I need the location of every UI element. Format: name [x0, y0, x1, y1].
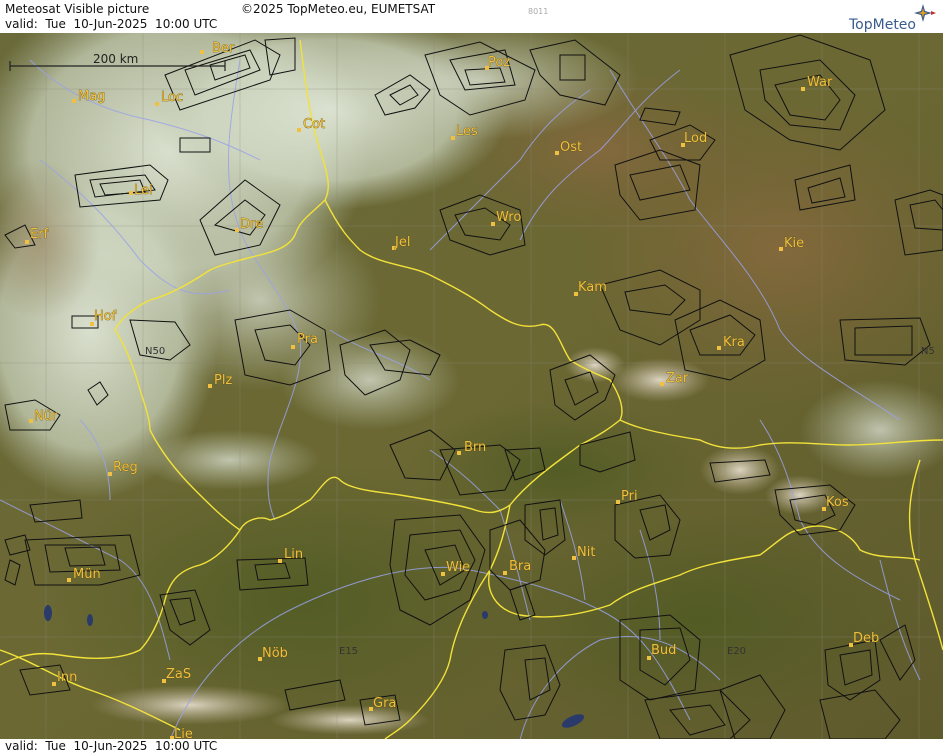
city-marker[interactable]: Gra: [369, 696, 397, 711]
city-marker[interactable]: Poz: [485, 55, 511, 70]
city-label: Ost: [560, 140, 582, 155]
city-marker[interactable]: Wro: [491, 210, 522, 226]
logo-text: TopMeteo: [849, 17, 916, 33]
city-label: Nöb: [262, 646, 288, 661]
grid-label: E15: [339, 646, 358, 657]
city-label: Wro: [496, 210, 521, 225]
city-marker[interactable]: Hof: [90, 309, 117, 326]
city-label: Cot: [303, 117, 325, 132]
city-label: Kam: [578, 280, 607, 295]
city-label: Wie: [446, 560, 470, 575]
copyright-text: ©2025 TopMeteo.eu, EUMETSAT: [241, 2, 436, 16]
city-marker[interactable]: Lie: [170, 727, 193, 739]
city-label: Poz: [488, 55, 510, 70]
city-label: Kie: [784, 236, 804, 251]
city-label: Mag: [78, 89, 105, 104]
city-marker[interactable]: Wie: [441, 560, 470, 576]
image-id: 8011: [528, 7, 549, 16]
city-label: Pra: [297, 332, 318, 347]
footer-bar: valid: Tue 10-Jun-2025 10:00 UTC: [0, 739, 943, 754]
city-marker[interactable]: Dre: [235, 217, 263, 232]
grid-label: N5: [921, 346, 935, 357]
city-marker[interactable]: Les: [451, 124, 478, 140]
city-marker[interactable]: Kam: [574, 280, 607, 296]
grid-label: N50: [145, 346, 165, 357]
city-marker[interactable]: Mün: [67, 567, 101, 582]
city-marker[interactable]: Nöb: [258, 646, 288, 661]
grid-label: E20: [727, 646, 746, 657]
city-label: Inn: [57, 670, 77, 685]
city-label: Plz: [214, 373, 232, 388]
city-label: Nür: [34, 409, 58, 424]
city-marker[interactable]: ZaS: [162, 667, 191, 683]
city-label: Loc: [161, 90, 183, 105]
city-label: Mün: [73, 567, 101, 582]
city-marker[interactable]: Nür: [29, 409, 58, 424]
valid-time-bottom: valid: Tue 10-Jun-2025 10:00 UTC: [5, 739, 218, 753]
satellite-map[interactable]: 200 km N50 N5 E15 E20 Ber Mag Loc Cot Po…: [0, 33, 943, 739]
city-label: Bud: [651, 643, 676, 658]
city-label: Erf: [30, 227, 49, 242]
header-bar: Meteosat Visible picture ©2025 TopMeteo.…: [0, 0, 943, 33]
valid-time-top: valid: Tue 10-Jun-2025 10:00 UTC: [5, 17, 218, 31]
map-title: Meteosat Visible picture: [5, 2, 150, 16]
city-label: Lie: [174, 727, 193, 739]
city-label: Pri: [621, 489, 638, 504]
city-label: Deb: [853, 631, 879, 646]
city-marker[interactable]: Deb: [849, 631, 880, 647]
city-label: Jel: [394, 235, 410, 250]
city-label: Lin: [284, 547, 303, 562]
map-canvas: 200 km N50 N5 E15 E20 Ber Mag Loc Cot Po…: [0, 33, 943, 739]
city-marker[interactable]: Jel: [392, 235, 411, 250]
terrain-patch: [410, 400, 710, 540]
city-label: Lei: [134, 183, 153, 198]
scale-label: 200 km: [93, 52, 138, 66]
city-label: Ber: [212, 41, 235, 56]
city-label: Lod: [684, 131, 707, 146]
city-label: Brn: [464, 440, 486, 455]
city-marker[interactable]: Reg: [108, 460, 138, 476]
city-label: War: [807, 75, 833, 90]
city-label: Zar: [666, 371, 689, 386]
city-marker[interactable]: Bud: [647, 643, 677, 660]
city-label: Bra: [509, 559, 531, 574]
city-marker[interactable]: Kos: [822, 495, 849, 511]
city-label: Nit: [577, 545, 595, 560]
city-label: Hof: [94, 309, 117, 324]
city-label: Kra: [723, 335, 745, 350]
city-label: Kos: [826, 495, 849, 510]
city-label: Les: [456, 124, 478, 139]
city-marker[interactable]: Ost: [555, 140, 582, 155]
city-label: Dre: [240, 217, 263, 232]
city-marker[interactable]: Mag: [72, 89, 106, 104]
topmeteo-logo[interactable]: TopMeteo: [845, 2, 940, 33]
city-label: ZaS: [166, 667, 191, 682]
city-label: Gra: [373, 696, 396, 711]
city-label: Reg: [113, 460, 138, 475]
city-marker[interactable]: Lod: [681, 131, 708, 147]
